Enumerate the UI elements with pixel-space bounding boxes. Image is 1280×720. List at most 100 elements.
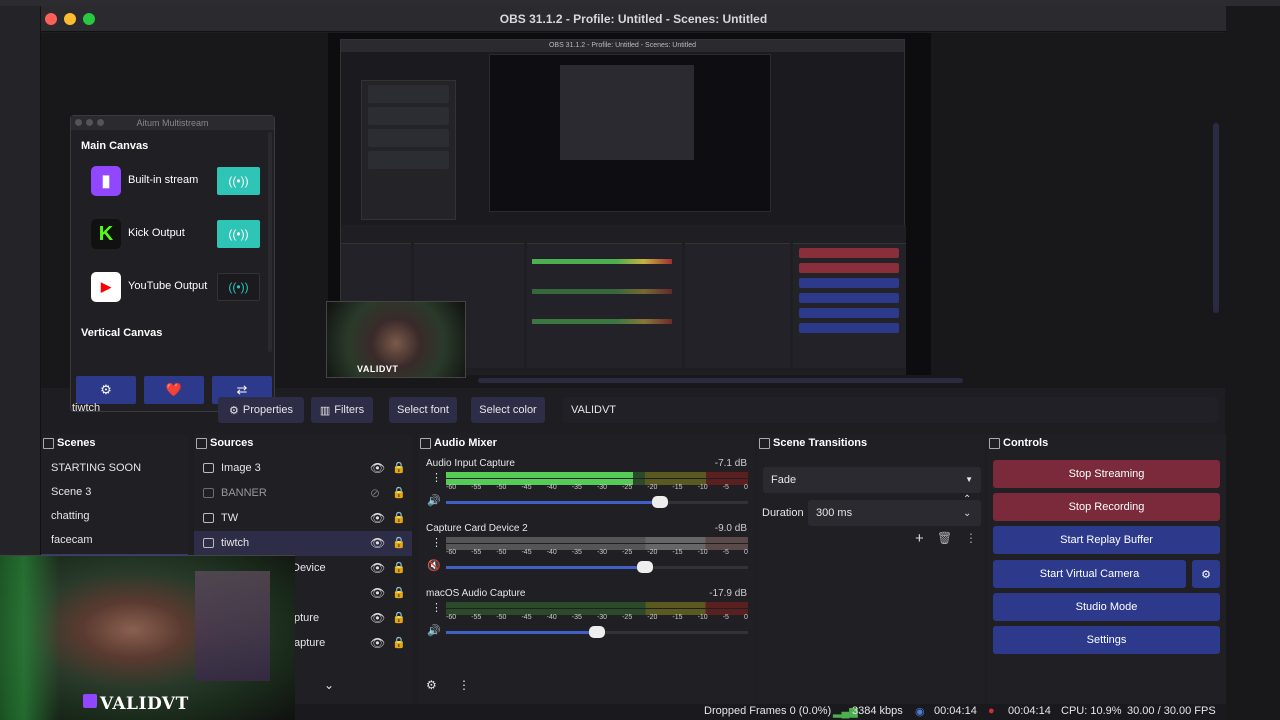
start-virtual-camera-button[interactable]: Start Virtual Camera xyxy=(993,560,1186,588)
eye-icon[interactable]: 👁 xyxy=(370,561,385,575)
scale-tick: 0 xyxy=(743,484,748,491)
lock-icon[interactable]: 🔒 xyxy=(392,636,406,649)
stepper-down-icon[interactable]: ⌄ xyxy=(963,508,971,519)
settings-button[interactable]: Settings xyxy=(993,626,1220,654)
select-color-button[interactable]: Select color xyxy=(471,397,545,423)
aitum-multistream-dock: Aitum Multistream Main Canvas ▮ Built-in… xyxy=(70,115,275,412)
source-row[interactable]: TW 👁 🔒 xyxy=(194,506,412,531)
scale-tick: -25 xyxy=(622,484,633,491)
scene-item[interactable]: chatting xyxy=(41,506,188,530)
speaker-icon[interactable]: 🔊 xyxy=(427,624,441,637)
lock-icon[interactable]: 🔒 xyxy=(392,536,406,549)
eye-icon[interactable]: 👁 xyxy=(370,511,385,525)
trash-icon[interactable]: 🗑 xyxy=(937,531,952,545)
channel-menu-icon[interactable]: ⋮ xyxy=(431,601,442,614)
studio-mode-button[interactable]: Studio Mode xyxy=(993,593,1220,621)
preview-vertical-scrollbar[interactable] xyxy=(1213,123,1219,313)
scale-tick: -15 xyxy=(672,614,683,621)
source-row[interactable]: Image 3 👁 🔒 xyxy=(194,456,412,481)
lock-icon[interactable]: 🔒 xyxy=(392,486,406,499)
eye-icon[interactable]: 👁 xyxy=(370,611,385,625)
youtube-icon: ▶ xyxy=(91,272,121,302)
transition-select[interactable]: Fade ▼ xyxy=(763,467,981,493)
scale-tick: -30 xyxy=(596,614,608,621)
properties-label: Properties xyxy=(242,404,293,416)
scale-tick: -5 xyxy=(722,549,729,556)
eye-icon[interactable]: 👁 xyxy=(370,461,385,475)
lock-icon[interactable]: 🔒 xyxy=(392,586,406,599)
source-label: BANNER xyxy=(221,487,267,499)
scale-tick: -50 xyxy=(496,549,507,556)
scene-item[interactable]: Scene 3 xyxy=(41,482,188,506)
preview-horizontal-scrollbar[interactable] xyxy=(478,378,963,383)
nested-preview-canvas xyxy=(489,54,771,212)
sources-title: Sources xyxy=(194,434,412,452)
mixer-menu-icon[interactable]: ⋮ xyxy=(458,678,470,692)
properties-button[interactable]: ⚙ Properties xyxy=(218,397,304,423)
volume-slider-knob[interactable] xyxy=(637,561,653,573)
scale-tick: -50 xyxy=(496,484,507,491)
start-replay-buffer-button[interactable]: Start Replay Buffer xyxy=(993,526,1220,554)
context-source-name: tiwtch xyxy=(72,402,101,414)
level-meter xyxy=(446,472,748,478)
mixer-settings-icon[interactable]: ⚙ xyxy=(426,678,437,692)
source-row[interactable]: BANNER ⊘ 🔒 xyxy=(194,481,412,506)
mixer-channel: Capture Card Device 2 -9.0 dB ⋮ -60 -55 -50 -4… xyxy=(418,521,755,586)
audio-mixer-dock: Audio Mixer Audio Input Capture -7.1 dB ⋮ -… xyxy=(418,434,755,704)
speaker-icon[interactable]: 🔊 xyxy=(427,494,441,507)
stop-streaming-button[interactable]: Stop Streaming xyxy=(993,460,1220,488)
move-down-icon[interactable]: ⌄ xyxy=(324,678,334,692)
select-font-button[interactable]: Select font xyxy=(389,397,457,423)
eye-hidden-icon[interactable]: ⊘ xyxy=(370,486,380,500)
muted-speaker-icon[interactable]: 🔇 xyxy=(427,559,441,572)
scale-tick: -15 xyxy=(672,549,683,556)
scene-item[interactable]: STARTING SOON xyxy=(41,458,188,482)
virtual-camera-settings-gear-icon[interactable]: ⚙ xyxy=(1192,560,1220,588)
lock-icon[interactable]: 🔒 xyxy=(392,611,406,624)
scale-tick: -20 xyxy=(647,549,658,556)
filters-button[interactable]: ▥ Filters xyxy=(311,397,373,423)
dropped-frames: Dropped Frames 0 (0.0%) xyxy=(704,705,832,717)
output-label: Kick Output xyxy=(128,227,185,239)
text-source-input[interactable]: VALIDVT xyxy=(563,397,1218,423)
add-transition-icon[interactable]: + xyxy=(915,530,924,547)
image-icon xyxy=(203,488,214,498)
duration-input[interactable]: 300 ms xyxy=(808,500,981,526)
scale-tick: -30 xyxy=(596,549,608,556)
volume-slider-knob[interactable] xyxy=(652,496,668,508)
output-toggle-youtube[interactable]: ((•)) xyxy=(217,273,260,301)
source-row-selected[interactable]: tiwtch 👁 🔒 xyxy=(194,531,412,556)
scale-tick: -20 xyxy=(647,614,658,621)
volume-slider-knob[interactable] xyxy=(589,626,605,638)
scale-tick: -40 xyxy=(546,484,557,491)
transition-menu-icon[interactable]: ⋮ xyxy=(965,531,977,545)
stop-recording-button[interactable]: Stop Recording xyxy=(993,493,1220,521)
output-label: YouTube Output xyxy=(128,280,208,292)
lock-icon[interactable]: 🔒 xyxy=(392,461,406,474)
lock-icon[interactable]: 🔒 xyxy=(392,561,406,574)
window-title: OBS 31.1.2 - Profile: Untitled - Scenes:… xyxy=(499,12,768,26)
eye-icon[interactable]: 👁 xyxy=(370,536,385,550)
scene-item[interactable]: facecam xyxy=(41,530,188,554)
record-dot-icon: ● xyxy=(988,705,995,717)
scale-tick: -30 xyxy=(596,484,608,491)
preview-webcam-source[interactable]: VALIDVT xyxy=(326,301,466,378)
scale-tick: 0 xyxy=(743,549,748,556)
output-toggle-kick[interactable]: ((•)) xyxy=(217,220,260,248)
preview-area[interactable]: OBS 31.1.2 - Profile: Untitled - Scenes:… xyxy=(41,33,1226,412)
stepper-up-icon[interactable]: ⌃ xyxy=(963,494,971,505)
volume-fill xyxy=(446,501,660,504)
eye-icon[interactable]: 👁 xyxy=(370,636,385,650)
channel-menu-icon[interactable]: ⋮ xyxy=(431,536,442,549)
scale-tick: -10 xyxy=(697,549,708,556)
lock-icon[interactable]: 🔒 xyxy=(392,511,406,524)
channel-menu-icon[interactable]: ⋮ xyxy=(431,471,442,484)
webcam-overlay: VALIDVT xyxy=(0,555,295,720)
aitum-scrollbar[interactable] xyxy=(268,132,272,352)
output-toggle-twitch[interactable]: ((•)) xyxy=(217,167,260,195)
preview-webcam-watermark: VALIDVT xyxy=(357,364,399,374)
mixer-channel: Audio Input Capture -7.1 dB ⋮ -60 -55 -50 -45-… xyxy=(418,456,755,521)
source-label: Image 3 xyxy=(221,462,261,474)
output-row-twitch: ▮ Built-in stream ((•)) xyxy=(81,158,260,201)
eye-icon[interactable]: 👁 xyxy=(370,586,385,600)
